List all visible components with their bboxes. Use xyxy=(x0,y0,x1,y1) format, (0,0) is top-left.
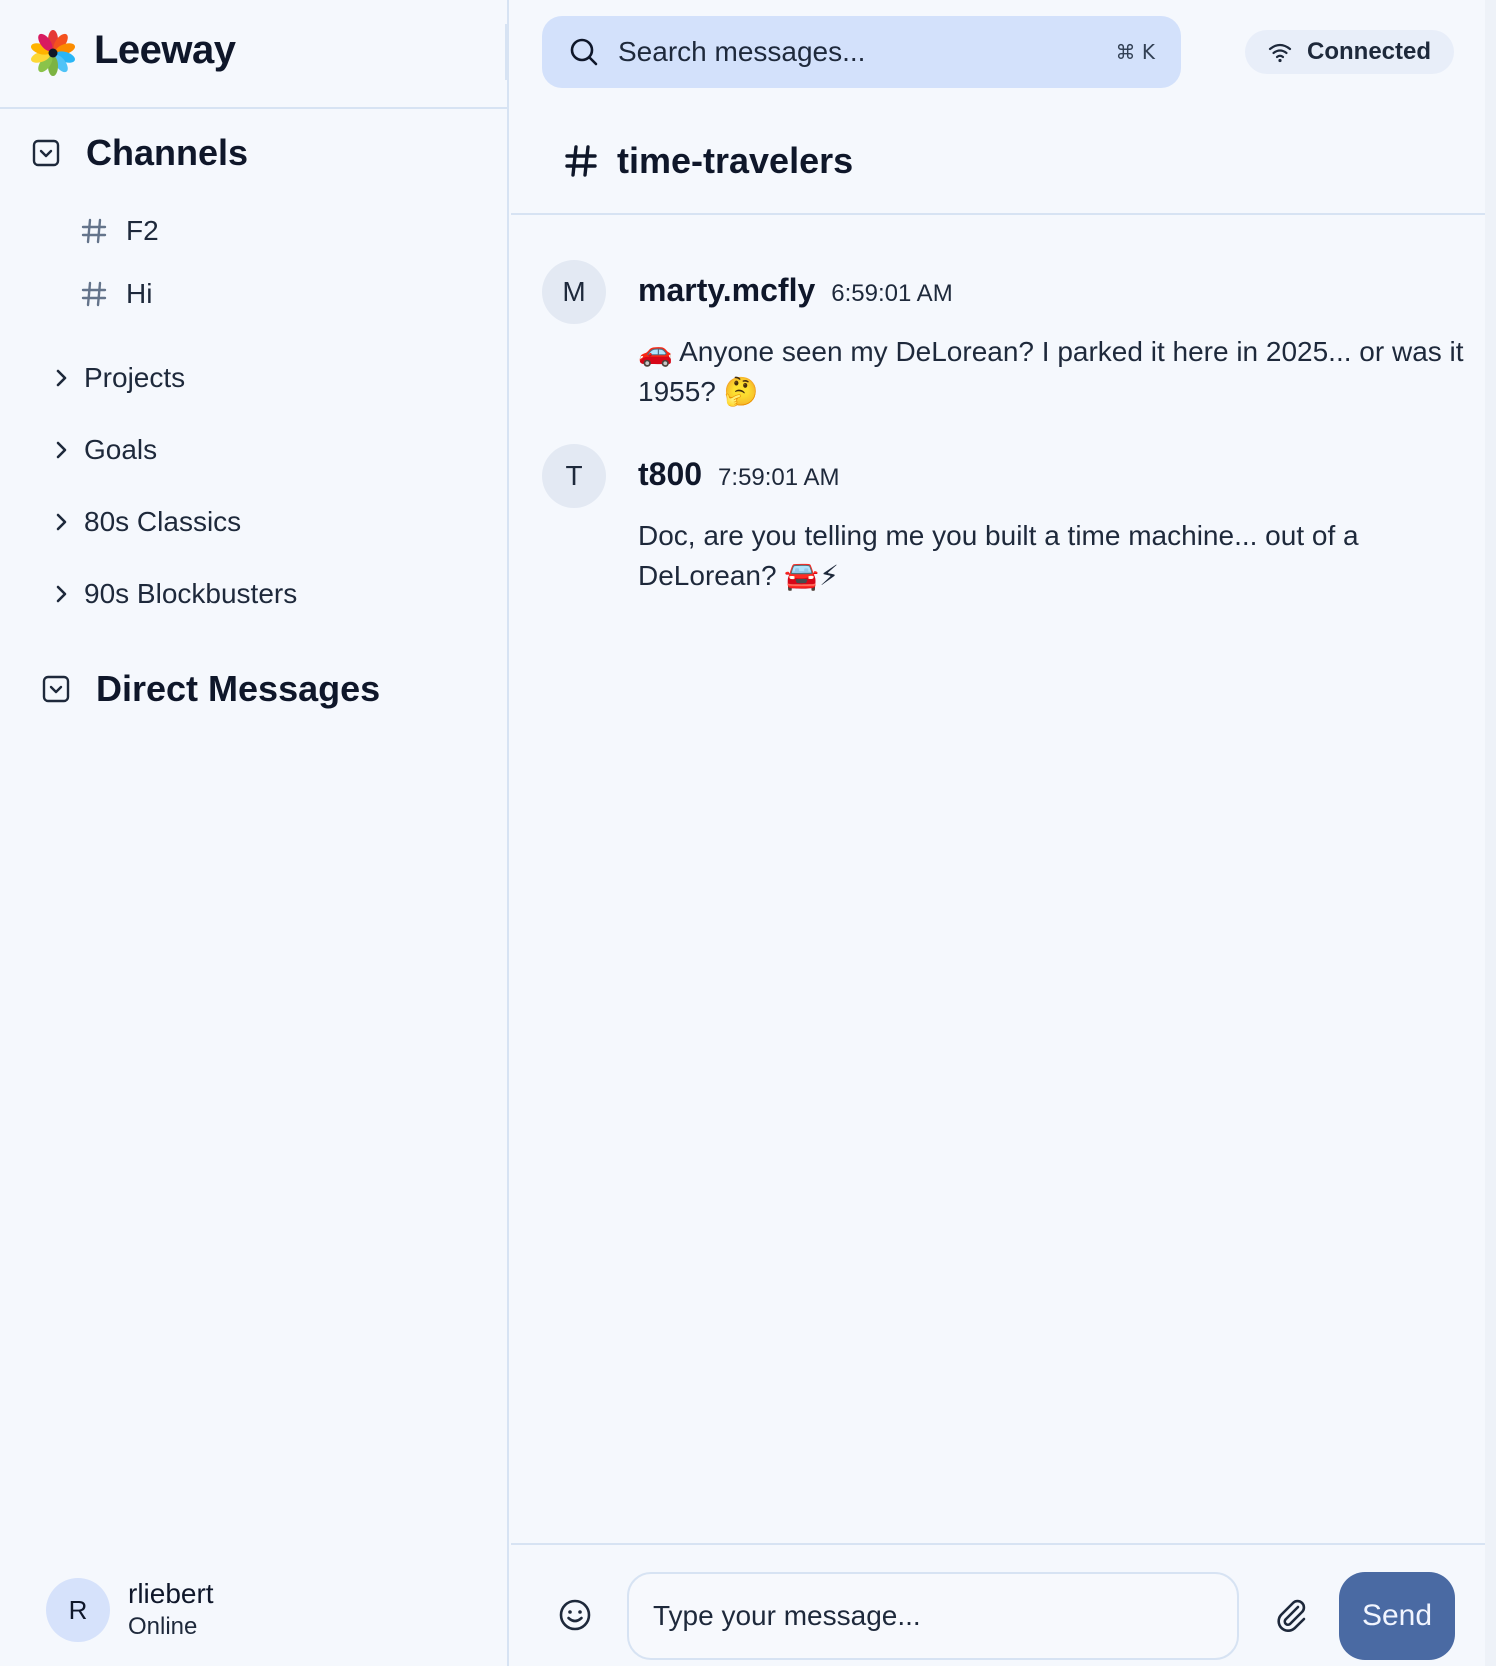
chevron-right-icon xyxy=(56,585,67,603)
message-header: marty.mcfly 6:59:01 AM xyxy=(638,272,953,309)
hash-icon xyxy=(565,145,597,177)
channel-header: time-travelers xyxy=(511,109,1485,215)
folder-item-80s-classics[interactable]: 80s Classics xyxy=(50,502,241,542)
folder-label: 80s Classics xyxy=(84,506,242,537)
direct-messages-section-toggle[interactable]: Direct Messages xyxy=(42,668,380,710)
folder-item-projects[interactable]: Projects xyxy=(50,358,185,398)
direct-messages-title: Direct Messages xyxy=(96,668,381,709)
message-author[interactable]: marty.mcfly xyxy=(638,272,815,309)
message-header: t800 7:59:01 AM xyxy=(638,456,839,493)
chevron-right-icon xyxy=(56,513,67,531)
current-user[interactable]: R rliebert Online xyxy=(46,1577,214,1643)
message-input[interactable] xyxy=(627,1572,1239,1660)
chevron-right-icon xyxy=(56,441,67,459)
folder-item-goals[interactable]: Goals xyxy=(50,430,157,470)
scrollbar-track[interactable] xyxy=(1485,0,1496,1666)
channel-label: F2 xyxy=(126,215,159,246)
app-name: Leeway xyxy=(94,28,236,72)
message-composer: Send xyxy=(511,1543,1485,1666)
leeway-logo-icon xyxy=(31,30,75,76)
folder-item-90s-blockbusters[interactable]: 90s Blockbusters xyxy=(50,574,297,614)
connection-label: Connected xyxy=(1307,38,1432,65)
search-icon xyxy=(570,38,598,66)
message-item: M marty.mcfly 6:59:01 AM 🚗 Anyone seen m… xyxy=(542,260,1464,410)
user-name: rliebert xyxy=(128,1578,214,1609)
chevron-right-icon xyxy=(56,369,67,387)
search-bar[interactable]: ⌘ K xyxy=(542,16,1181,88)
channel-title: time-travelers xyxy=(617,140,854,181)
paperclip-icon[interactable] xyxy=(1271,1595,1311,1635)
avatar[interactable]: M xyxy=(542,260,606,324)
avatar[interactable]: T xyxy=(542,444,606,508)
hash-icon xyxy=(81,218,107,244)
chevron-down-square-icon xyxy=(32,139,60,167)
message-text: Doc, are you telling me you built a time… xyxy=(638,520,1359,591)
channel-item-hi[interactable]: Hi xyxy=(80,274,152,314)
search-shortcut: ⌘ K xyxy=(1115,40,1155,64)
message-timestamp: 6:59:01 AM xyxy=(831,280,953,307)
avatar: R xyxy=(46,1578,110,1642)
connection-status: Connected xyxy=(1245,30,1454,74)
message-timestamp: 7:59:01 AM xyxy=(718,464,840,491)
smiley-icon[interactable] xyxy=(557,1597,593,1633)
folder-label: Projects xyxy=(84,362,186,393)
app-root: Leeway Channels F2 Hi Projects Goals 80s… xyxy=(0,0,1496,1666)
user-status: Online xyxy=(128,1613,198,1640)
channel-label: Hi xyxy=(126,278,153,309)
chevron-down-square-icon xyxy=(42,675,70,703)
message-item: T t800 7:59:01 AM Doc, are you telling m… xyxy=(542,444,1462,594)
message-author[interactable]: t800 xyxy=(638,456,702,493)
message-text: 🚗 Anyone seen my DeLorean? I parked it h… xyxy=(638,336,1464,407)
hash-icon xyxy=(81,281,107,307)
folder-label: 90s Blockbusters xyxy=(84,578,298,609)
channel-item-f2[interactable]: F2 xyxy=(80,211,159,251)
channels-title: Channels xyxy=(86,132,249,173)
user-meta: rliebert Online xyxy=(128,1577,214,1643)
channels-section-toggle[interactable]: Channels xyxy=(32,132,248,174)
brand-header: Leeway xyxy=(0,0,507,109)
sidebar: Leeway Channels F2 Hi Projects Goals 80s… xyxy=(0,0,509,1666)
send-button[interactable]: Send xyxy=(1339,1572,1455,1660)
wifi-icon xyxy=(1268,43,1292,63)
header-divider xyxy=(505,24,507,80)
search-input[interactable] xyxy=(616,35,1116,69)
folder-label: Goals xyxy=(84,434,158,465)
